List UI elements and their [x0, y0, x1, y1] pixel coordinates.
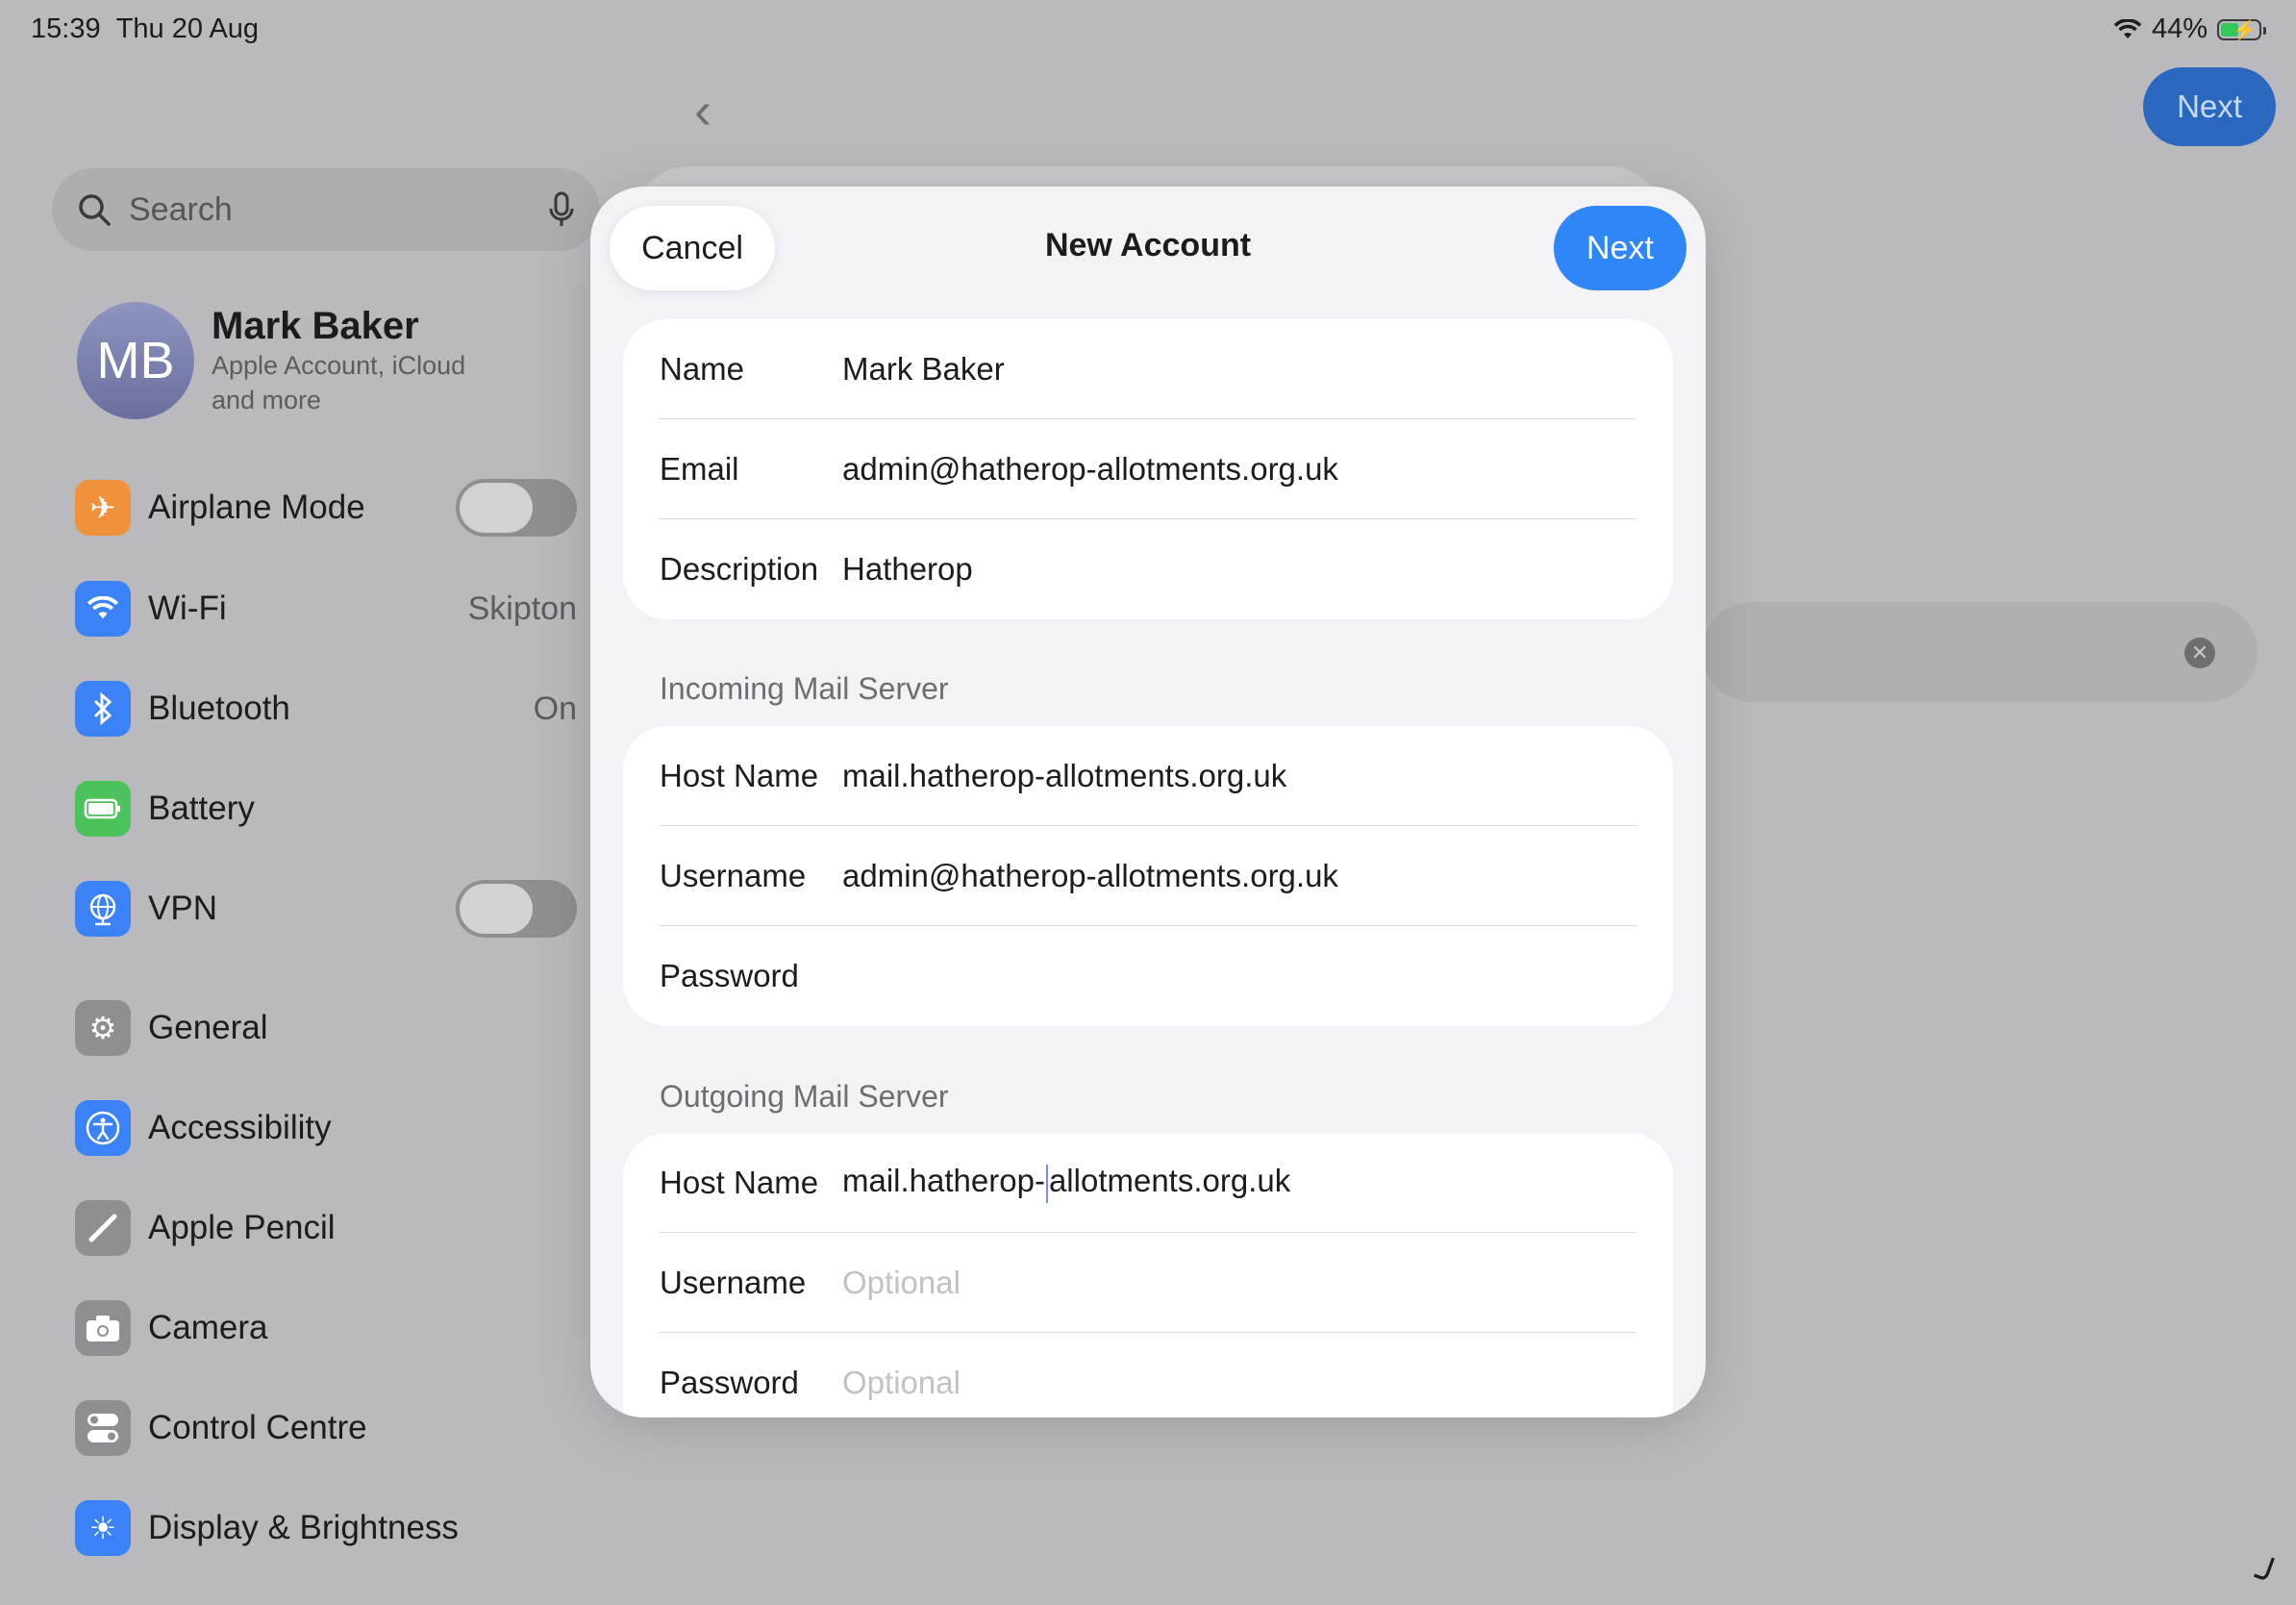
incoming-host-row[interactable]: Host Name mail.hatherop-allotments.org.u… — [660, 726, 1636, 826]
status-time: 15:39 Thu 20 Aug — [31, 13, 259, 45]
next-button[interactable]: Next — [1554, 206, 1686, 290]
outgoing-host-text-after-caret: allotments.org.uk — [1048, 1163, 1291, 1199]
sidebar-item-apple-pencil[interactable]: Apple Pencil — [75, 1197, 577, 1259]
avatar: MB — [77, 302, 194, 419]
sidebar-item-display-brightness[interactable]: ☀ Display & Brightness — [75, 1497, 577, 1559]
gear-icon: ⚙ — [75, 1000, 131, 1056]
outgoing-username-row[interactable]: Username Optional — [660, 1233, 1636, 1333]
globe-icon — [75, 881, 131, 937]
wifi-network-value: Skipton — [467, 589, 577, 627]
outgoing-section-title: Outgoing Mail Server — [660, 1079, 949, 1114]
incoming-username-label: Username — [660, 858, 807, 893]
incoming-password-label: Password — [660, 958, 799, 993]
incoming-username-field[interactable]: admin@hatherop-allotments.org.uk — [842, 858, 1338, 894]
incoming-username-row[interactable]: Username admin@hatherop-allotments.org.u… — [660, 826, 1636, 926]
sidebar-item-general[interactable]: ⚙ General — [75, 997, 577, 1059]
outgoing-server-group: Host Name mail.hatherop-allotments.org.u… — [623, 1133, 1673, 1417]
outgoing-password-label: Password — [660, 1365, 799, 1400]
sidebar-item-bluetooth[interactable]: Bluetooth On — [75, 678, 577, 740]
profile-subtitle: Apple Account, iCloud and more — [212, 350, 466, 414]
search-placeholder: Search — [129, 190, 233, 228]
name-row[interactable]: Name Mark Baker — [660, 319, 1636, 419]
bluetooth-value: On — [533, 690, 577, 727]
outgoing-host-row[interactable]: Host Name mail.hatherop-allotments.org.u… — [660, 1133, 1636, 1233]
sun-icon: ☀ — [75, 1500, 131, 1556]
sidebar-item-control-centre[interactable]: Control Centre — [75, 1397, 577, 1459]
outgoing-host-field[interactable]: mail.hatherop-allotments.org.uk — [842, 1163, 1291, 1203]
incoming-server-group: Host Name mail.hatherop-allotments.org.u… — [623, 726, 1673, 1026]
profile-name: Mark Baker — [212, 304, 419, 347]
sidebar-item-airplane-mode[interactable]: ✈ Airplane Mode — [75, 477, 577, 539]
sidebar-item-label: Battery — [148, 790, 255, 827]
name-label: Name — [660, 351, 745, 387]
search-field[interactable]: Search — [52, 168, 600, 251]
pencil-icon — [75, 1200, 131, 1256]
account-details-group: Name Mark Baker Email admin@hatherop-all… — [623, 319, 1673, 619]
status-date: Thu 20 Aug — [115, 13, 260, 44]
name-field[interactable]: Mark Baker — [842, 351, 1005, 388]
email-field[interactable]: admin@hatherop-allotments.org.uk — [842, 451, 1338, 488]
status-indicators: 44% ⚡ — [2113, 13, 2266, 45]
sidebar-item-label: VPN — [148, 890, 217, 927]
microphone-icon[interactable] — [548, 191, 575, 228]
outgoing-host-text-before-caret: mail.hatherop- — [842, 1163, 1045, 1199]
sidebar-item-label: Control Centre — [148, 1409, 367, 1446]
incoming-section-title: Incoming Mail Server — [660, 671, 949, 706]
camera-icon — [75, 1300, 131, 1356]
sidebar-item-label: Accessibility — [148, 1109, 332, 1146]
sidebar-item-camera[interactable]: Camera — [75, 1297, 577, 1359]
sidebar-item-vpn[interactable]: VPN — [75, 878, 577, 940]
bluetooth-icon — [75, 681, 131, 737]
sidebar-item-label: General — [148, 1009, 268, 1046]
outgoing-username-field[interactable]: Optional — [842, 1265, 961, 1301]
airplane-mode-toggle[interactable] — [456, 479, 577, 537]
modal-title: New Account — [1044, 227, 1252, 263]
incoming-host-field[interactable]: mail.hatherop-allotments.org.uk — [842, 758, 1286, 794]
wifi-icon — [75, 581, 131, 637]
sidebar-item-battery[interactable]: Battery — [75, 778, 577, 840]
sidebar-item-label: Bluetooth — [148, 690, 290, 727]
incoming-host-label: Host Name — [660, 758, 819, 793]
apple-account-row[interactable]: MB Mark Baker Apple Account, iCloud and … — [77, 302, 500, 419]
outgoing-host-label: Host Name — [660, 1165, 819, 1200]
sidebar-item-label: Airplane Mode — [148, 489, 365, 526]
sidebar-item-wifi[interactable]: Wi-Fi Skipton — [75, 578, 577, 639]
clear-text-icon: ✕ — [2184, 638, 2215, 668]
battery-percent: 44% — [2151, 13, 2208, 44]
airplane-icon: ✈ — [75, 480, 131, 536]
background-text-field — [1702, 602, 2258, 702]
outgoing-password-field[interactable]: Optional — [842, 1365, 961, 1401]
description-row[interactable]: Description Hatherop — [660, 519, 1636, 619]
battery-icon — [75, 781, 131, 837]
back-chevron-icon[interactable]: ‹ — [694, 81, 711, 140]
accessibility-icon — [75, 1100, 131, 1156]
background-next-button: Next — [2143, 67, 2276, 146]
status-clock: 15:39 — [31, 13, 101, 44]
sidebar-item-label: Wi-Fi — [148, 589, 227, 627]
sidebar-item-label: Apple Pencil — [148, 1209, 336, 1246]
sidebar-item-label: Display & Brightness — [148, 1509, 459, 1546]
vpn-toggle[interactable] — [456, 880, 577, 938]
description-field[interactable]: Hatherop — [842, 551, 973, 588]
incoming-password-row[interactable]: Password — [660, 926, 1636, 1026]
sidebar-item-label: Camera — [148, 1309, 268, 1346]
search-icon — [79, 194, 111, 226]
outgoing-username-label: Username — [660, 1265, 807, 1300]
sidebar-item-accessibility[interactable]: Accessibility — [75, 1097, 577, 1159]
switches-icon — [75, 1400, 131, 1456]
text-caret — [1045, 1164, 1048, 1203]
description-label: Description — [660, 551, 819, 587]
new-account-modal: Cancel New Account Next Name Mark Baker … — [590, 187, 1706, 1417]
outgoing-password-row[interactable]: Password Optional — [660, 1333, 1636, 1417]
battery-status-icon: ⚡ — [2217, 18, 2266, 41]
email-row[interactable]: Email admin@hatherop-allotments.org.uk — [660, 419, 1636, 519]
pencil-hover-indicator: ╯ — [2247, 1556, 2284, 1604]
wifi-status-icon — [2113, 18, 2142, 38]
email-label: Email — [660, 451, 739, 487]
